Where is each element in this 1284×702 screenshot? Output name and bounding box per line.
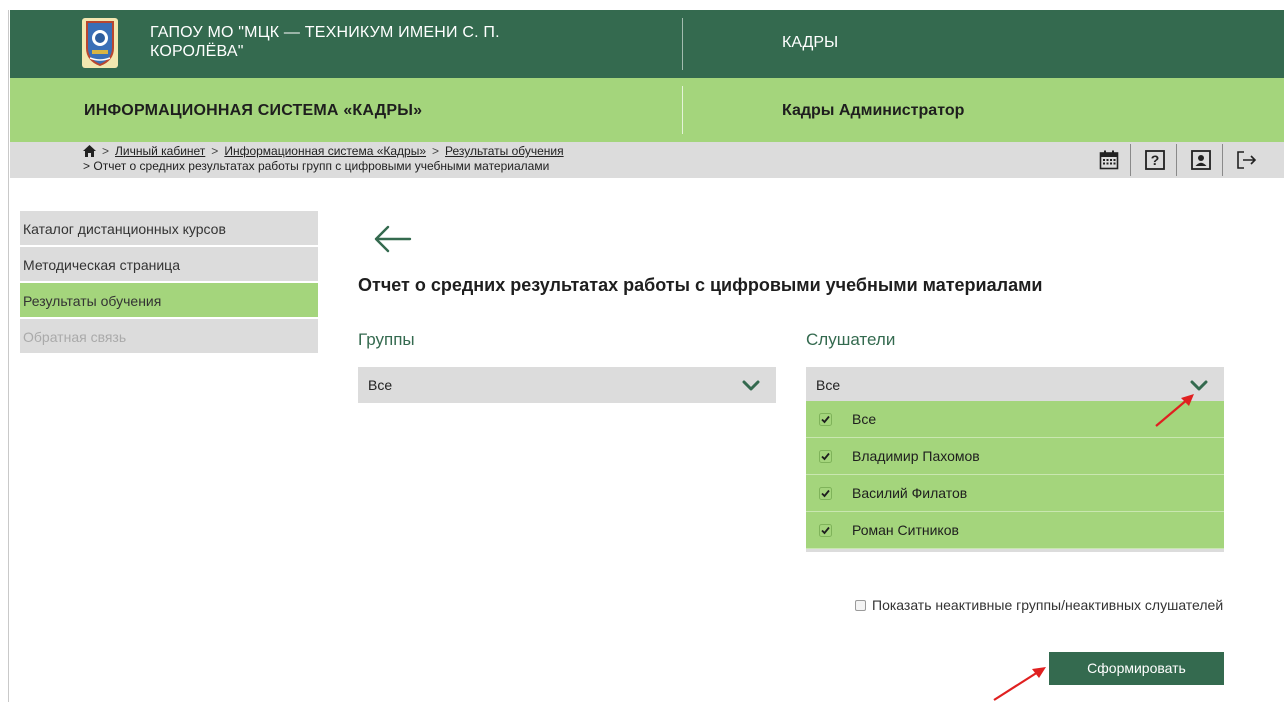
- calendar-icon[interactable]: [1094, 145, 1124, 175]
- chevron-down-icon[interactable]: [1190, 379, 1208, 395]
- sidebar-item-methodical-page[interactable]: Методическая страница: [20, 247, 318, 283]
- user-role: Кадры Администратор: [782, 102, 965, 119]
- page-title: Отчет о средних результатах работы с циф…: [358, 275, 1043, 295]
- system-bar: ИНФОРМАЦИОННАЯ СИСТЕМА «КАДРЫ» Кадры Адм…: [10, 78, 1284, 142]
- sidebar: Каталог дистанционных курсов Методическа…: [20, 211, 318, 355]
- show-inactive-label: Показать неактивные группы/неактивных сл…: [872, 597, 1224, 613]
- checkbox-checked-icon[interactable]: [819, 450, 832, 463]
- listeners-label: Слушатели: [806, 330, 896, 349]
- listeners-select[interactable]: Все: [806, 367, 1224, 403]
- toolbar-divider: [1130, 144, 1131, 176]
- breadcrumb-separator: >: [102, 144, 110, 158]
- listener-option-label: Роман Ситников: [852, 522, 959, 538]
- breadcrumb-separator: >: [432, 144, 440, 158]
- breadcrumb-link-results[interactable]: Результаты обучения: [445, 144, 564, 158]
- listener-option[interactable]: Владимир Пахомов: [806, 438, 1224, 475]
- sidebar-item-learning-results[interactable]: Результаты обучения: [20, 283, 318, 319]
- checkbox-checked-icon[interactable]: [819, 524, 832, 537]
- toolbar-divider: [1222, 144, 1223, 176]
- listener-option-label: Василий Филатов: [852, 485, 968, 501]
- profile-icon[interactable]: [1186, 145, 1216, 175]
- options-list-bottom-border: [806, 549, 1224, 552]
- chevron-down-icon[interactable]: [742, 379, 760, 395]
- system-title: ИНФОРМАЦИОННАЯ СИСТЕМА «КАДРЫ»: [84, 102, 423, 119]
- listener-option[interactable]: Василий Филатов: [806, 475, 1224, 512]
- groups-select-value: Все: [368, 377, 393, 393]
- breadcrumb-current-label: Отчет о средних результатах работы групп…: [93, 159, 550, 173]
- arrow-left-icon[interactable]: [372, 222, 412, 256]
- breadcrumb-separator: >: [83, 159, 91, 173]
- listener-option[interactable]: Роман Ситников: [806, 512, 1224, 549]
- top-header: ГАПОУ МО "МЦК — ТЕХНИКУМ ИМЕНИ С. П. КОР…: [10, 10, 1284, 78]
- groups-select[interactable]: Все: [358, 367, 776, 403]
- svg-text:?: ?: [1151, 152, 1160, 168]
- breadcrumb-link-system[interactable]: Информационная система «Кадры»: [224, 144, 426, 158]
- generate-report-button[interactable]: Сформировать: [1049, 652, 1224, 685]
- listeners-select-value: Все: [816, 377, 841, 393]
- section-title: КАДРЫ: [782, 34, 839, 51]
- header-divider: [682, 18, 683, 70]
- toolbar-divider: [1176, 144, 1177, 176]
- listener-option-all[interactable]: Все: [806, 401, 1224, 438]
- checkbox-checked-icon[interactable]: [819, 487, 832, 500]
- logout-icon[interactable]: [1232, 145, 1262, 175]
- help-icon[interactable]: ?: [1140, 145, 1170, 175]
- annotation-arrow-icon: [993, 667, 1046, 701]
- listener-option-label: Владимир Пахомов: [852, 448, 980, 464]
- groups-label: Группы: [358, 330, 415, 349]
- organization-name: ГАПОУ МО "МЦК — ТЕХНИКУМ ИМЕНИ С. П. КОР…: [150, 24, 500, 60]
- breadcrumb-bar: > Личный кабинет > Информационная система «…: [10, 142, 1284, 178]
- breadcrumb-separator: >: [211, 144, 219, 158]
- show-inactive-checkbox[interactable]: Показать неактивные группы/неактивных сл…: [855, 597, 1223, 613]
- breadcrumb: > Личный кабинет > Информационная система «…: [83, 144, 564, 160]
- sidebar-item-course-catalog[interactable]: Каталог дистанционных курсов: [20, 211, 318, 247]
- system-bar-divider: [682, 86, 683, 134]
- page-left-border: [8, 10, 9, 702]
- listeners-options-list: Все Владимир Пахомов Василий Филатов Ром…: [806, 401, 1224, 552]
- checkbox-unchecked-icon[interactable]: [855, 600, 866, 611]
- breadcrumb-link-cabinet[interactable]: Личный кабинет: [115, 144, 205, 158]
- checkbox-checked-icon[interactable]: [819, 413, 832, 426]
- breadcrumb-current: > Отчет о средних результатах работы гру…: [83, 159, 549, 173]
- emblem-shield-icon: [82, 18, 118, 68]
- listener-option-label: Все: [852, 411, 877, 427]
- home-icon[interactable]: [83, 145, 96, 160]
- sidebar-item-feedback: Обратная связь: [20, 319, 318, 355]
